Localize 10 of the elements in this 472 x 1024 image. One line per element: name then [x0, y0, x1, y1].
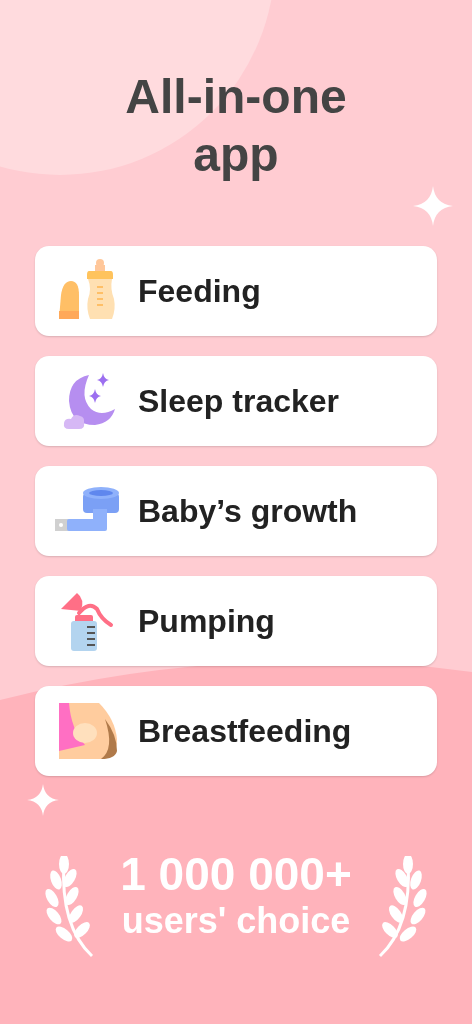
feature-label: Pumping	[138, 602, 275, 641]
headline: All-in-one app	[124, 69, 348, 183]
user-count: 1 000 000+	[120, 848, 352, 900]
badge-caption: users' choice	[121, 900, 351, 942]
sparkle-icon	[413, 186, 453, 226]
feature-label: Feeding	[138, 272, 261, 311]
sparkle-icon	[27, 784, 59, 816]
feature-label: Baby’s growth	[138, 492, 358, 531]
feature-label: Breastfeeding	[138, 712, 352, 751]
feature-label: Sleep tracker	[138, 382, 339, 421]
